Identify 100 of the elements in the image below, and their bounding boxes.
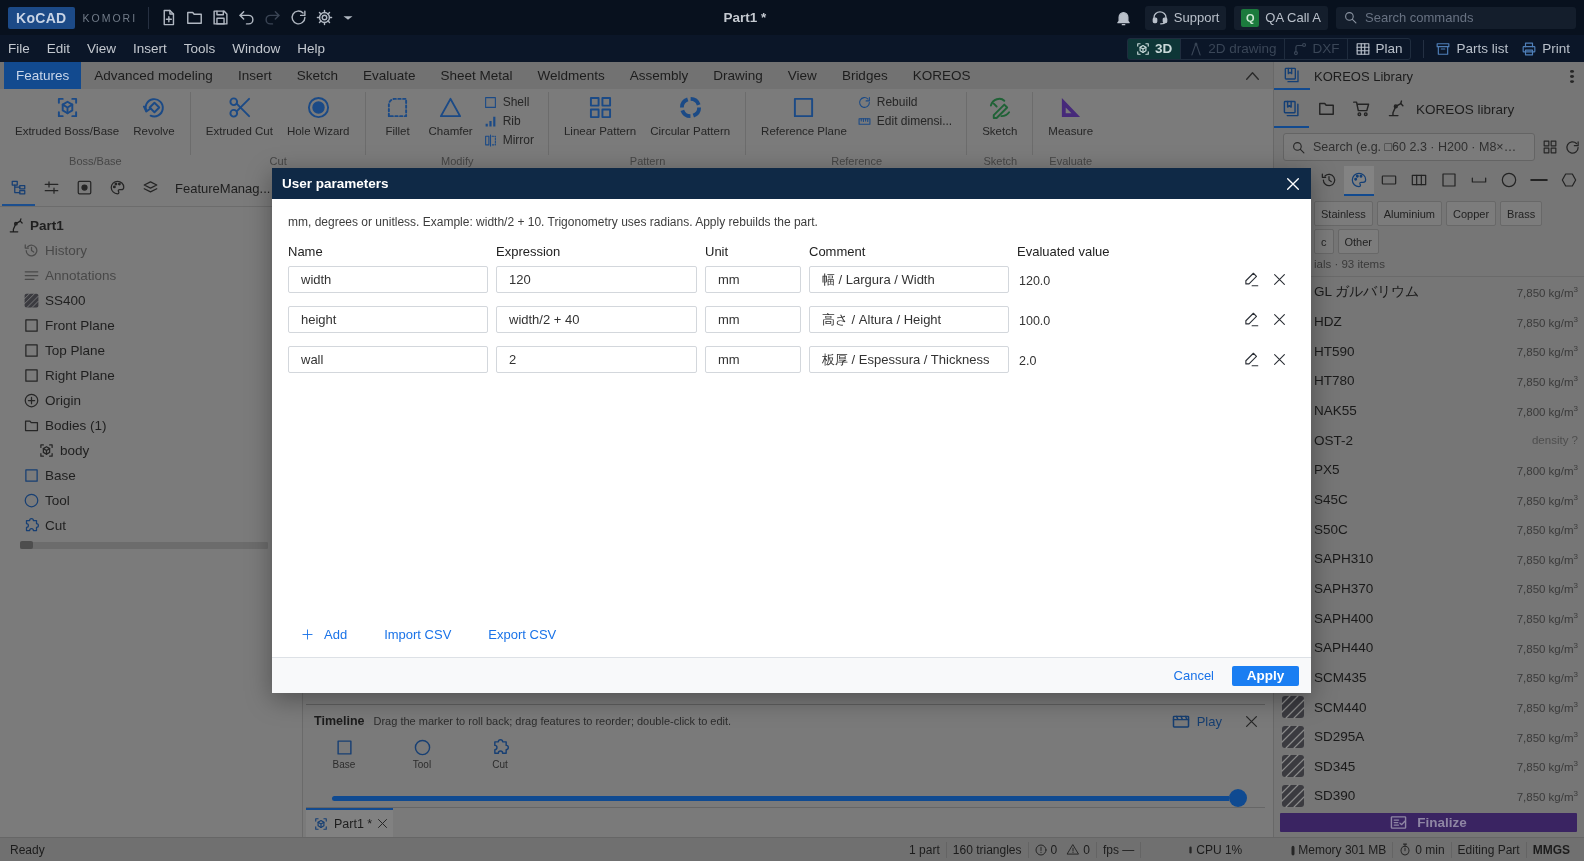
- timeline-feature[interactable]: Tool: [394, 739, 450, 770]
- material-name[interactable]: SAPH400: [1314, 610, 1374, 626]
- ribbon-tab[interactable]: Sketch: [284, 62, 350, 89]
- link-button[interactable]: Import CSV: [384, 627, 452, 642]
- ribbon-button[interactable]: Rebuild: [857, 94, 953, 110]
- document-tab[interactable]: Part1 *: [306, 808, 394, 837]
- view-mode-button[interactable]: Plan: [1348, 38, 1411, 59]
- tree-item[interactable]: Right Plane: [24, 363, 123, 388]
- unit-input[interactable]: mm: [705, 306, 801, 333]
- menu-item[interactable]: Help: [297, 41, 326, 56]
- ribbon-button[interactable]: Measure: [1041, 92, 1101, 137]
- material-name[interactable]: OST-2: [1314, 432, 1353, 448]
- toolbar-button[interactable]: Parts list: [1436, 41, 1509, 56]
- material-name[interactable]: SAPH440: [1314, 640, 1374, 656]
- close-icon[interactable]: [1273, 314, 1285, 325]
- ribbon-tab[interactable]: Advanced modeling: [82, 62, 225, 89]
- material-name[interactable]: SCM440: [1314, 699, 1367, 715]
- filter-chip[interactable]: Stainless: [1314, 201, 1373, 226]
- search-input[interactable]: Search commands: [1365, 10, 1565, 25]
- tree-item[interactable]: Bodies (1): [24, 413, 115, 438]
- ribbon-button[interactable]: Hole Wizard: [279, 92, 357, 137]
- filter-chip[interactable]: Other: [1337, 229, 1379, 254]
- cancel-button[interactable]: Cancel: [1173, 668, 1214, 683]
- ribbon-tab[interactable]: Drawing: [701, 62, 775, 89]
- material-name[interactable]: NAK55: [1314, 402, 1357, 418]
- material-name[interactable]: S45C: [1314, 491, 1348, 507]
- ribbon-button[interactable]: Extruded Boss/Base: [8, 92, 127, 137]
- name-input[interactable]: width: [288, 266, 488, 293]
- filter-chip[interactable]: Aluminium: [1376, 201, 1442, 226]
- pencil-icon[interactable]: [1243, 352, 1259, 367]
- link-button[interactable]: Export CSV: [488, 627, 557, 642]
- shape-tab[interactable]: [1344, 166, 1374, 196]
- ribbon-tab[interactable]: Assembly: [617, 62, 701, 89]
- chevron-up-icon[interactable]: [1246, 71, 1259, 80]
- apply-button[interactable]: Apply: [1232, 665, 1299, 686]
- link-button[interactable]: Add: [302, 627, 348, 642]
- material-name[interactable]: SD295A: [1314, 729, 1365, 745]
- material-name[interactable]: SCM435: [1314, 669, 1367, 685]
- ribbon-button[interactable]: Edit dimensi...: [857, 113, 953, 129]
- support-button[interactable]: Support: [1144, 5, 1227, 30]
- unit-input[interactable]: mm: [705, 346, 801, 373]
- close-icon[interactable]: [1273, 354, 1285, 365]
- unit-input[interactable]: mm: [705, 266, 801, 293]
- filter-chip[interactable]: Copper: [1446, 201, 1497, 226]
- ribbon-button[interactable]: Mirror: [483, 132, 534, 148]
- menu-item[interactable]: File: [8, 41, 30, 56]
- expression-input[interactable]: width/2 + 40: [496, 306, 697, 333]
- search-field[interactable]: Search commands: [1336, 6, 1576, 29]
- menu-item[interactable]: Edit: [46, 41, 71, 56]
- filter-chip[interactable]: Brass: [1500, 201, 1543, 226]
- tree-item[interactable]: Cut: [24, 513, 74, 538]
- ribbon-tab[interactable]: Insert: [225, 62, 284, 89]
- play-button[interactable]: Play: [1171, 713, 1222, 729]
- folder-icon[interactable]: [186, 9, 204, 26]
- pencil-icon[interactable]: [1243, 272, 1259, 287]
- call-button[interactable]: Q QA Call A: [1234, 5, 1328, 30]
- menu-item[interactable]: View: [87, 41, 117, 56]
- caret-down-icon[interactable]: [342, 13, 355, 22]
- ribbon-tab[interactable]: Features: [4, 62, 82, 89]
- material-name[interactable]: SD345: [1314, 758, 1356, 774]
- ribbon-button[interactable]: Shell: [483, 94, 534, 110]
- ribbon-button[interactable]: Chamfer: [421, 92, 480, 137]
- comment-input[interactable]: 幅 / Largura / Width: [809, 266, 1009, 293]
- search-field[interactable]: Search (e.g. □60 2.3 · H200 · M8×…: [1283, 133, 1535, 161]
- slider-thumb[interactable]: [1229, 789, 1247, 807]
- tree-item[interactable]: Origin: [24, 388, 89, 413]
- save-icon[interactable]: [212, 9, 230, 26]
- ribbon-button[interactable]: Circular Pattern: [643, 92, 738, 137]
- material-name[interactable]: SD390: [1314, 788, 1356, 804]
- tree-item[interactable]: body: [39, 438, 98, 463]
- material-name[interactable]: HT590: [1314, 343, 1355, 359]
- bell-icon[interactable]: [1115, 9, 1131, 26]
- material-name[interactable]: HT780: [1314, 373, 1355, 389]
- tree-item[interactable]: Part1: [9, 213, 72, 238]
- tree-item[interactable]: Tool: [24, 488, 78, 513]
- grid-icon[interactable]: [1543, 140, 1557, 154]
- ribbon-button[interactable]: Rib: [483, 113, 534, 129]
- menu-item[interactable]: Insert: [133, 41, 167, 56]
- pencil-icon[interactable]: [1243, 312, 1259, 327]
- name-input[interactable]: wall: [288, 346, 488, 373]
- refresh-icon[interactable]: [290, 9, 308, 26]
- ribbon-button[interactable]: Revolve: [126, 92, 182, 137]
- material-name[interactable]: GL ガルバリウム: [1314, 282, 1420, 301]
- material-name[interactable]: S50C: [1314, 521, 1348, 537]
- name-input[interactable]: height: [288, 306, 488, 333]
- search-input[interactable]: Search (e.g. □60 2.3 · H200 · M8×…: [1313, 140, 1526, 154]
- material-name[interactable]: PX5: [1314, 462, 1340, 478]
- ribbon-tab[interactable]: View: [775, 62, 829, 89]
- timeline-feature[interactable]: Cut: [472, 739, 528, 770]
- ribbon-tab[interactable]: KOREOS: [900, 62, 983, 89]
- timeline-feature[interactable]: Base: [316, 739, 372, 770]
- ribbon-button[interactable]: Sketch: [975, 92, 1025, 137]
- tree-item[interactable]: Base: [24, 463, 84, 488]
- comment-input[interactable]: 板厚 / Espessura / Thickness: [809, 346, 1009, 373]
- ribbon-button[interactable]: Fillet: [373, 92, 422, 137]
- undo-icon[interactable]: [238, 9, 256, 26]
- comment-input[interactable]: 高さ / Altura / Height: [809, 306, 1009, 333]
- ribbon-tab[interactable]: Bridges: [829, 62, 900, 89]
- expression-input[interactable]: 2: [496, 346, 697, 373]
- toolbar-button[interactable]: Print: [1522, 41, 1570, 56]
